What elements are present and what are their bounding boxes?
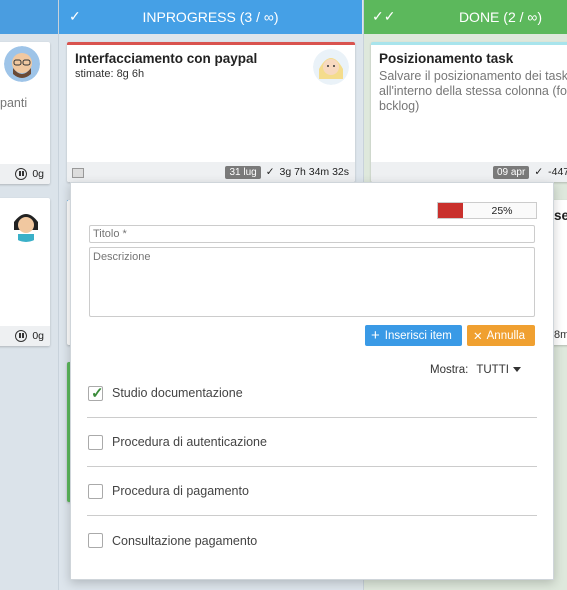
progress-label: 25% bbox=[491, 205, 513, 217]
card-time: 0g bbox=[32, 330, 44, 342]
task-card[interactable]: panti 0g bbox=[0, 42, 50, 184]
task-card[interactable]: Posizionamento task Salvare il posiziona… bbox=[371, 42, 567, 182]
notes-icon[interactable] bbox=[72, 168, 84, 178]
column-title: INPROGRESS (3 / ∞) bbox=[142, 9, 279, 25]
task-card[interactable]: Interfacciamento con paypal stimate: 8g … bbox=[67, 42, 355, 182]
column-inprogress-header[interactable]: ✓ INPROGRESS (3 / ∞) bbox=[59, 0, 362, 34]
elapsed-check-icon: ✓ bbox=[534, 166, 544, 178]
card-time: 0g bbox=[32, 168, 44, 180]
check-icon[interactable]: ✓ bbox=[69, 8, 81, 25]
checklist-popup: 25% + Inserisci item ✕ Annulla Mostra: T… bbox=[70, 182, 554, 580]
date-badge: 09 apr bbox=[492, 165, 530, 179]
checklist-item[interactable]: Consultazione pagamento bbox=[87, 516, 537, 565]
checkbox[interactable] bbox=[88, 434, 103, 450]
card-footer: 0g bbox=[0, 326, 50, 346]
card-estimate: stimate: 8g 6h bbox=[75, 68, 145, 80]
insert-item-button[interactable]: + Inserisci item bbox=[365, 325, 462, 346]
avatar bbox=[4, 46, 40, 82]
card-title: Interfacciamento con paypal bbox=[75, 51, 258, 66]
card-title: Posizionamento task bbox=[379, 51, 514, 66]
card-footer: 31 lug ✓ 3g 7h 34m 32s bbox=[67, 162, 355, 182]
card-description: panti bbox=[0, 96, 28, 110]
card-elapsed: 3g 7h 34m 32s bbox=[279, 166, 349, 178]
progress-bar: 25% bbox=[437, 202, 537, 219]
avatar bbox=[8, 206, 44, 242]
card-elapsed: -4470 bbox=[548, 166, 567, 178]
checklist-item[interactable]: Procedura di pagamento bbox=[87, 467, 537, 516]
pause-icon[interactable] bbox=[15, 330, 28, 342]
elapsed-check-icon: ✓ bbox=[265, 166, 275, 178]
card-title: se bbox=[554, 208, 567, 223]
pause-icon[interactable] bbox=[15, 168, 28, 180]
checkbox[interactable] bbox=[88, 533, 103, 548]
column-done-header[interactable]: ✓✓ DONE (2 / ∞) bbox=[364, 0, 567, 34]
cancel-label: Annulla bbox=[486, 329, 526, 342]
checkbox[interactable] bbox=[88, 384, 104, 402]
date-badge: 31 lug bbox=[225, 165, 261, 179]
column-left-header[interactable] bbox=[0, 0, 58, 34]
task-card[interactable]: 0g bbox=[0, 198, 50, 346]
insert-item-label: Inserisci item bbox=[384, 329, 452, 342]
checklist-item-label: Procedura di autenticazione bbox=[112, 435, 267, 449]
checklist-item[interactable]: Procedura di autenticazione bbox=[87, 418, 537, 467]
double-check-icon[interactable]: ✓✓ bbox=[372, 8, 395, 25]
card-footer: 09 apr ✓ -4470 bbox=[371, 162, 567, 182]
column-left: panti 0g 0g bbox=[0, 0, 58, 590]
column-title: DONE (2 / ∞) bbox=[458, 9, 543, 25]
title-input[interactable] bbox=[89, 225, 535, 243]
card-footer: 0g bbox=[0, 164, 50, 184]
cancel-button[interactable]: ✕ Annulla bbox=[467, 325, 535, 346]
checklist-item-label: Procedura di pagamento bbox=[112, 484, 249, 498]
checklist-item-label: Consultazione pagamento bbox=[112, 533, 258, 548]
avatar bbox=[313, 49, 349, 85]
checklist-item[interactable]: Studio documentazione bbox=[87, 369, 537, 418]
checkbox[interactable] bbox=[88, 483, 103, 499]
card-description: Salvare il posizionamento dei task all'i… bbox=[379, 69, 567, 113]
card-time: 8m bbox=[554, 329, 567, 341]
plus-icon: + bbox=[371, 327, 380, 344]
description-input[interactable] bbox=[89, 247, 535, 317]
close-icon: ✕ bbox=[473, 330, 483, 343]
checklist-item-label: Studio documentazione bbox=[112, 386, 243, 400]
